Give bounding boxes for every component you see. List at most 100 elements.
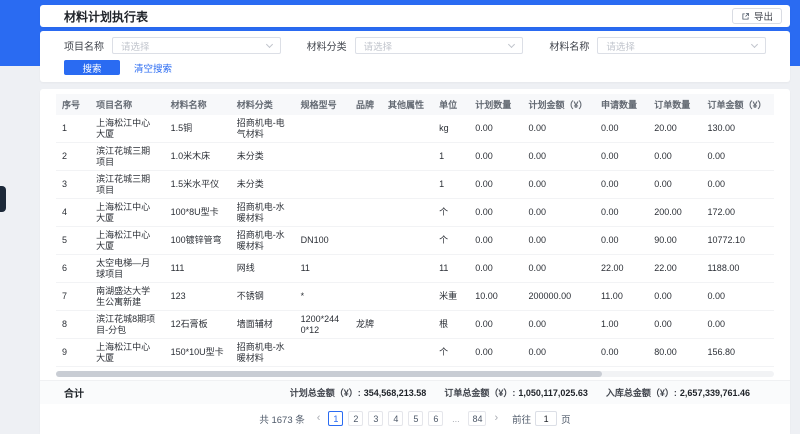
table-cell bbox=[295, 171, 350, 199]
column-header: 序号 bbox=[56, 94, 90, 115]
page-button[interactable]: 1 bbox=[328, 411, 343, 426]
filter-group: 材料名称请选择 bbox=[549, 37, 766, 54]
table-cell bbox=[295, 339, 350, 367]
table-row: 1上海松江中心大厦1.5铜招商机电-电气材料kg0.000.000.0020.0… bbox=[56, 115, 774, 143]
table-cell: 80.00 bbox=[648, 339, 701, 367]
column-header: 申请数量 bbox=[595, 94, 648, 115]
summary-item-value: 2,657,339,761.46 bbox=[680, 388, 750, 398]
table-cell: 9 bbox=[56, 339, 90, 367]
table-cell: 上海松江中心大厦 bbox=[90, 115, 165, 143]
table-body: 1上海松江中心大厦1.5铜招商机电-电气材料kg0.000.000.0020.0… bbox=[56, 115, 774, 367]
filter-select[interactable]: 请选择 bbox=[355, 37, 524, 54]
horizontal-scrollbar[interactable] bbox=[56, 371, 774, 377]
column-header: 订单金额（¥） bbox=[701, 94, 774, 115]
table-cell bbox=[350, 255, 382, 283]
page-button[interactable]: 84 bbox=[468, 411, 486, 426]
column-header: 单位 bbox=[433, 94, 469, 115]
page-button[interactable]: 5 bbox=[408, 411, 423, 426]
table-cell: 172.00 bbox=[701, 199, 774, 227]
table-cell: 0.00 bbox=[595, 171, 648, 199]
chevron-down-icon bbox=[266, 41, 273, 48]
page-button[interactable]: 2 bbox=[348, 411, 363, 426]
search-button[interactable]: 搜索 bbox=[64, 60, 120, 75]
column-header: 品牌 bbox=[350, 94, 382, 115]
table-cell: 0.00 bbox=[469, 339, 522, 367]
table-cell: 不锈钢 bbox=[231, 283, 295, 311]
export-label: 导出 bbox=[754, 9, 773, 23]
table-cell: 12石膏板 bbox=[165, 311, 231, 339]
table-cell: 1 bbox=[433, 171, 469, 199]
goto-suffix-label: 页 bbox=[561, 412, 571, 426]
summary-item-label: 入库总金额（¥）: bbox=[606, 386, 677, 399]
table-cell bbox=[382, 199, 433, 227]
table-cell: 0.00 bbox=[648, 143, 701, 171]
export-button[interactable]: 导出 bbox=[732, 8, 782, 24]
horizontal-scrollbar-thumb[interactable] bbox=[56, 371, 602, 377]
table-cell bbox=[382, 311, 433, 339]
table-cell: 4 bbox=[56, 199, 90, 227]
table-cell: 0.00 bbox=[648, 283, 701, 311]
table-cell: 0.00 bbox=[701, 171, 774, 199]
summary-row: 合计 计划总金额（¥）:354,568,213.58订单总金额（¥）:1,050… bbox=[40, 380, 790, 404]
table-cell: 0.00 bbox=[523, 115, 595, 143]
filter-select[interactable]: 请选择 bbox=[597, 37, 766, 54]
table-cell: 90.00 bbox=[648, 227, 701, 255]
next-page-icon[interactable]: › bbox=[492, 413, 500, 424]
summary-item-value: 354,568,213.58 bbox=[364, 388, 427, 398]
table-cell: 个 bbox=[433, 199, 469, 227]
table-cell: 0.00 bbox=[595, 143, 648, 171]
table-cell: 1.0米木床 bbox=[165, 143, 231, 171]
goto-page-input[interactable] bbox=[535, 411, 557, 426]
filter-label: 项目名称 bbox=[64, 38, 104, 53]
page-button[interactable]: 4 bbox=[388, 411, 403, 426]
summary-item-label: 订单总金额（¥）: bbox=[444, 386, 515, 399]
table-cell: 未分类 bbox=[231, 171, 295, 199]
table-cell: 0.00 bbox=[595, 339, 648, 367]
table-cell: 8 bbox=[56, 311, 90, 339]
page-list: 123456...84 bbox=[328, 411, 486, 426]
table-cell: 1.5米水平仪 bbox=[165, 171, 231, 199]
prev-page-icon[interactable]: ‹ bbox=[315, 413, 323, 424]
column-header: 材料名称 bbox=[165, 94, 231, 115]
table-cell: 招商机电-水暖材料 bbox=[231, 199, 295, 227]
table-cell bbox=[350, 227, 382, 255]
table-cell: * bbox=[295, 283, 350, 311]
title-bar: 材料计划执行表 导出 bbox=[40, 5, 790, 27]
filter-select[interactable]: 请选择 bbox=[112, 37, 281, 54]
table-cell: 0.00 bbox=[523, 311, 595, 339]
table-cell bbox=[382, 171, 433, 199]
table-cell: 南湖盛达大学生公寓新建 bbox=[90, 283, 165, 311]
goto-page-group: 前往 页 bbox=[512, 411, 571, 426]
column-header: 规格型号 bbox=[295, 94, 350, 115]
table-cell: 2 bbox=[56, 143, 90, 171]
table-cell: 20.00 bbox=[648, 115, 701, 143]
table-cell: 网线 bbox=[231, 255, 295, 283]
table-row: 2滨江花城三期项目1.0米木床未分类10.000.000.000.000.00 bbox=[56, 143, 774, 171]
table-cell: 200.00 bbox=[648, 199, 701, 227]
table-cell: 招商机电-水暖材料 bbox=[231, 227, 295, 255]
select-placeholder: 请选择 bbox=[606, 39, 752, 53]
table-cell: 0.00 bbox=[469, 255, 522, 283]
table-row: 3滨江花城三期项目1.5米水平仪未分类10.000.000.000.000.00 bbox=[56, 171, 774, 199]
table-row: 9上海松江中心大厦150*10U型卡招商机电-水暖材料个0.000.000.00… bbox=[56, 339, 774, 367]
clear-search-button[interactable]: 清空搜索 bbox=[134, 61, 172, 75]
table-cell: 0.00 bbox=[595, 199, 648, 227]
table-row: 7南湖盛达大学生公寓新建123不锈钢*米重10.00200000.0011.00… bbox=[56, 283, 774, 311]
table-cell: 上海松江中心大厦 bbox=[90, 227, 165, 255]
filter-actions: 搜索 清空搜索 bbox=[64, 60, 766, 75]
table-cell: 130.00 bbox=[701, 115, 774, 143]
table-cell: 1200*2440*12 bbox=[295, 311, 350, 339]
pagination-total: 共 1673 条 bbox=[259, 412, 304, 426]
page-button[interactable]: 3 bbox=[368, 411, 383, 426]
table-cell: DN100 bbox=[295, 227, 350, 255]
table-cell bbox=[350, 171, 382, 199]
table-cell: 100镀锌管弯 bbox=[165, 227, 231, 255]
table-cell: 0.00 bbox=[523, 339, 595, 367]
table-cell: 10772.10 bbox=[701, 227, 774, 255]
table-cell bbox=[295, 115, 350, 143]
page-button[interactable]: 6 bbox=[428, 411, 443, 426]
filter-label: 材料分类 bbox=[307, 38, 347, 53]
table-cell: 0.00 bbox=[469, 143, 522, 171]
filter-panel: 项目名称请选择材料分类请选择材料名称请选择 搜索 清空搜索 bbox=[40, 31, 790, 82]
sidebar-collapse-handle[interactable] bbox=[0, 186, 6, 212]
